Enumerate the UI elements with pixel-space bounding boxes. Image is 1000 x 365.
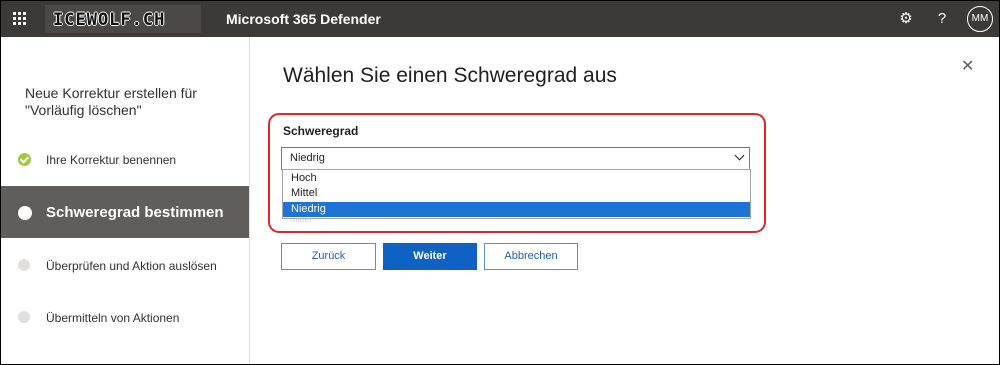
- checkmark-icon: [18, 153, 31, 166]
- next-button[interactable]: Weiter: [383, 243, 477, 270]
- active-step-dot-icon: [18, 206, 32, 220]
- severity-label: Schweregrad: [283, 124, 359, 138]
- gear-icon[interactable]: ⚙: [897, 10, 915, 28]
- close-icon[interactable]: ✕: [961, 56, 974, 76]
- app-title: Microsoft 365 Defender: [226, 11, 381, 27]
- step-submit[interactable]: Übermitteln von Aktionen: [1, 290, 249, 342]
- option-hoch[interactable]: Hoch: [283, 171, 750, 186]
- help-icon[interactable]: ?: [933, 10, 951, 28]
- option-niedrig[interactable]: Niedrig: [283, 202, 750, 217]
- step-label: Überprüfen und Aktion auslösen: [46, 259, 217, 273]
- top-bar: ICEWOLF.CH Microsoft 365 Defender ⚙ ? MM: [1, 1, 999, 37]
- brand-logo: ICEWOLF.CH: [45, 5, 201, 33]
- chevron-down-icon: [734, 150, 745, 161]
- step-label: Schweregrad bestimmen: [46, 204, 224, 221]
- step-name-correction[interactable]: Ihre Korrektur benennen: [1, 134, 249, 186]
- option-label: Hoch: [291, 172, 317, 184]
- pending-step-dot-icon: [18, 311, 30, 323]
- sidebar-title: Neue Korrektur erstellen für "Vorläufig …: [25, 85, 197, 118]
- wizard-sidebar: Neue Korrektur erstellen für "Vorläufig …: [1, 37, 250, 364]
- step-review[interactable]: Überprüfen und Aktion auslösen: [1, 238, 249, 290]
- step-label: Ihre Korrektur benennen: [46, 153, 177, 167]
- option-mittel[interactable]: Mittel: [283, 186, 750, 201]
- waffle-icon[interactable]: [13, 12, 27, 26]
- back-button[interactable]: Zurück: [281, 243, 376, 270]
- cancel-button[interactable]: Abbrechen: [484, 243, 578, 270]
- avatar[interactable]: MM: [967, 6, 993, 32]
- page-title: Wählen Sie einen Schweregrad aus: [283, 64, 617, 87]
- option-label: Mittel: [291, 187, 318, 199]
- option-label: Niedrig: [291, 203, 326, 215]
- step-severity[interactable]: Schweregrad bestimmen: [1, 186, 249, 238]
- severity-dropdown-list: Hoch Mittel Niedrig: [282, 169, 751, 219]
- pending-step-dot-icon: [18, 259, 30, 271]
- severity-select-value: Niedrig: [290, 152, 325, 164]
- step-label: Übermitteln von Aktionen: [46, 311, 180, 325]
- severity-select[interactable]: Niedrig: [281, 147, 750, 170]
- brand-logo-text: ICEWOLF.CH: [53, 10, 166, 30]
